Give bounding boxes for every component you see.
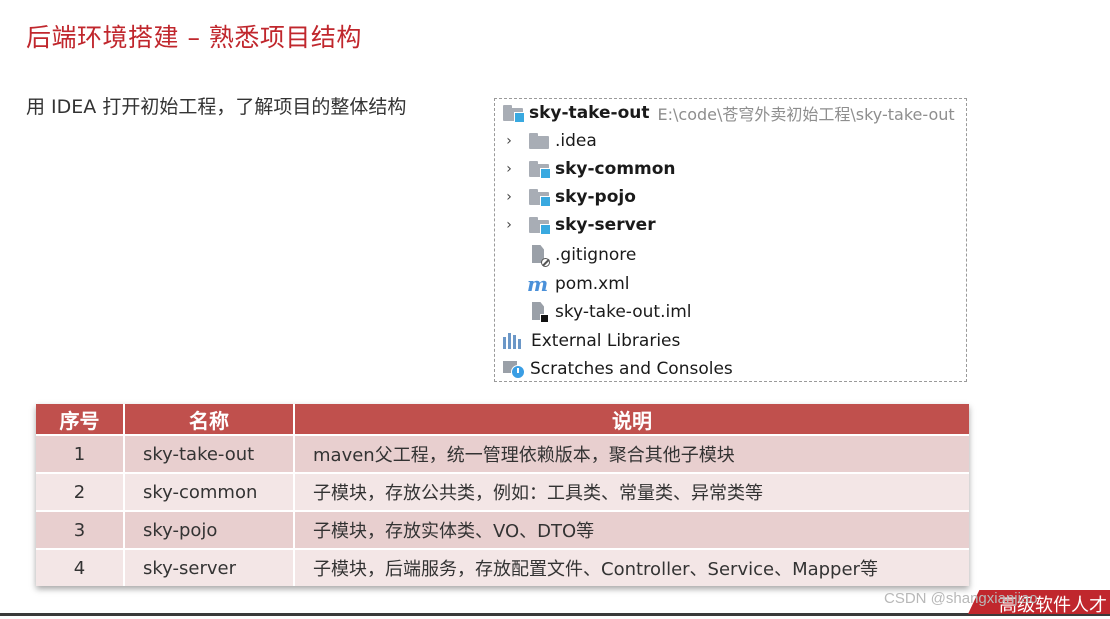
table-cell: 4: [36, 548, 125, 586]
tree-item-label: .idea: [555, 131, 597, 151]
ignored-file-icon: [531, 245, 550, 267]
table-cell: sky-server: [124, 548, 295, 586]
column-header: 说明: [294, 404, 969, 435]
table-cell: 子模块，存放实体类、VO、DTO等: [294, 510, 969, 549]
page-title: 后端环境搭建 – 熟悉项目结构: [26, 23, 362, 52]
tree-item-label: Scratches and Consoles: [530, 359, 733, 379]
tree-item-sky-common[interactable]: sky-common: [529, 155, 676, 183]
table-cell: 子模块，后端服务，存放配置文件、Controller、Service、Mappe…: [294, 548, 969, 586]
project-tree: sky-take-out E:\code\苍穹外卖初始工程\sky-take-o…: [494, 98, 967, 382]
tree-item-sky-pojo[interactable]: sky-pojo: [529, 183, 636, 211]
tree-item-label: External Libraries: [531, 331, 681, 351]
table-cell: sky-take-out: [124, 434, 295, 473]
tree-item-external-libraries[interactable]: External Libraries: [503, 327, 680, 355]
tree-item-sky-server[interactable]: sky-server: [529, 211, 656, 239]
tree-item-iml[interactable]: sky-take-out.iml: [531, 298, 691, 326]
table-cell: maven父工程，统一管理依赖版本，聚合其他子模块: [294, 434, 969, 473]
tree-item-gitignore[interactable]: .gitignore: [531, 241, 636, 269]
tree-item-label: sky-server: [555, 215, 656, 235]
folder-icon: [529, 133, 549, 149]
modules-table: 序号 名称 说明 1 sky-take-out maven父工程，统一管理依赖版…: [36, 404, 969, 586]
module-folder-icon: [529, 161, 551, 179]
table-row: 2 sky-common 子模块，存放公共类，例如：工具类、常量类、异常类等: [36, 472, 969, 511]
tree-item-label: sky-common: [555, 159, 676, 179]
tree-item-label: pom.xml: [555, 274, 630, 294]
tree-root-path: E:\code\苍穹外卖初始工程\sky-take-out: [657, 105, 955, 124]
tree-item-label: .gitignore: [555, 245, 637, 265]
table-cell: 1: [36, 434, 125, 473]
module-folder-icon: [529, 217, 551, 235]
column-header: 名称: [124, 404, 295, 435]
chevron-right-icon[interactable]: ›: [504, 189, 514, 205]
tree-root[interactable]: sky-take-out E:\code\苍穹外卖初始工程\sky-take-o…: [503, 99, 955, 127]
intro-text: 用 IDEA 打开初始工程，了解项目的整体结构: [26, 96, 407, 118]
table-row: 1 sky-take-out maven父工程，统一管理依赖版本，聚合其他子模块: [36, 434, 969, 473]
iml-file-icon: [531, 302, 549, 323]
watermark: CSDN @shangxianjiao: [884, 590, 1038, 607]
column-header: 序号: [36, 404, 125, 435]
tree-item-pom[interactable]: m pom.xml: [527, 270, 630, 298]
table-cell: sky-common: [124, 472, 295, 511]
libraries-icon: [503, 333, 525, 349]
tree-item-idea[interactable]: .idea: [529, 127, 597, 155]
table-cell: 3: [36, 510, 125, 549]
table-cell: 2: [36, 472, 125, 511]
scratches-icon: [503, 359, 525, 379]
table-row: 4 sky-server 子模块，后端服务，存放配置文件、Controller、…: [36, 548, 969, 586]
tree-item-scratches[interactable]: Scratches and Consoles: [503, 355, 733, 383]
table-row: 3 sky-pojo 子模块，存放实体类、VO、DTO等: [36, 510, 969, 549]
tree-root-label: sky-take-out: [529, 103, 650, 123]
footer-divider: [0, 613, 1110, 616]
table-cell: 子模块，存放公共类，例如：工具类、常量类、异常类等: [294, 472, 969, 511]
maven-icon: m: [527, 272, 549, 296]
chevron-right-icon[interactable]: ›: [504, 133, 514, 149]
tree-item-label: sky-pojo: [555, 187, 636, 207]
tree-item-label: sky-take-out.iml: [555, 302, 692, 322]
module-folder-icon: [503, 105, 525, 123]
module-folder-icon: [529, 189, 551, 207]
chevron-right-icon[interactable]: ›: [504, 161, 514, 177]
table-header-row: 序号 名称 说明: [36, 404, 969, 435]
table-cell: sky-pojo: [124, 510, 295, 549]
chevron-right-icon[interactable]: ›: [504, 217, 514, 233]
